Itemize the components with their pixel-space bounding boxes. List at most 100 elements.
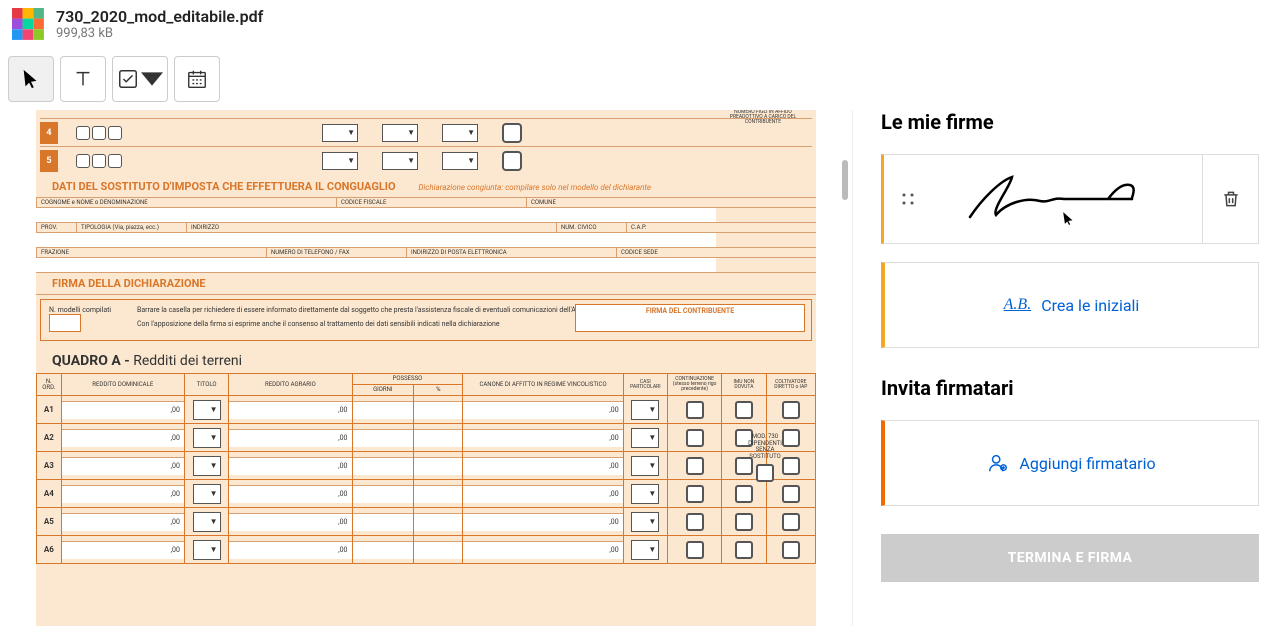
checkbox[interactable] (782, 541, 800, 559)
add-person-icon (987, 452, 1009, 474)
numeric-input[interactable]: ,00 (463, 513, 622, 531)
signature-preview (932, 169, 1202, 229)
dropdown[interactable]: ▼ (193, 456, 221, 476)
numeric-input[interactable] (414, 429, 462, 447)
checkbox[interactable] (782, 485, 800, 503)
checkbox[interactable] (686, 513, 704, 531)
text-field[interactable] (36, 208, 716, 222)
dropdown[interactable]: ▼ (322, 152, 358, 170)
numeric-input[interactable]: ,00 (463, 541, 622, 559)
create-initials-button[interactable]: A.B. Crea le iniziali (881, 262, 1259, 348)
numeric-input[interactable] (414, 401, 462, 419)
numeric-input[interactable] (353, 541, 414, 559)
numeric-input[interactable] (414, 457, 462, 475)
numeric-input[interactable]: ,00 (62, 485, 184, 503)
contribuente-sign-area[interactable]: FIRMA DEL CONTRIBUENTE (575, 304, 805, 332)
checkbox[interactable] (686, 457, 704, 475)
dropdown[interactable]: ▼ (631, 400, 659, 420)
checkbox[interactable] (92, 154, 106, 168)
checkbox[interactable] (502, 151, 522, 171)
numeric-input[interactable]: ,00 (463, 429, 622, 447)
numeric-input[interactable] (353, 485, 414, 503)
dropdown[interactable]: ▼ (382, 124, 418, 142)
numeric-input[interactable] (414, 541, 462, 559)
text-field[interactable] (36, 233, 716, 247)
invite-signers-title: Invita firmatari (881, 376, 1259, 400)
dropdown[interactable]: ▼ (442, 124, 478, 142)
numeric-input[interactable]: ,00 (229, 429, 351, 447)
dropdown[interactable]: ▼ (193, 540, 221, 560)
numeric-input[interactable]: ,00 (229, 485, 351, 503)
numeric-input[interactable]: ,00 (229, 457, 351, 475)
quadro-a-table: N. ORD. REDDITO DOMINICALE TITOLO REDDIT… (36, 373, 816, 564)
dropdown[interactable]: ▼ (382, 152, 418, 170)
checkbox[interactable] (782, 401, 800, 419)
checkbox[interactable] (502, 123, 522, 143)
checkbox[interactable] (92, 126, 106, 140)
numeric-input[interactable]: ,00 (463, 457, 622, 475)
checkbox[interactable] (782, 513, 800, 531)
checkbox[interactable] (76, 126, 90, 140)
checkbox[interactable] (686, 485, 704, 503)
text-tool-button[interactable] (60, 56, 106, 102)
file-name: 730_2020_mod_editabile.pdf (56, 7, 263, 26)
dropdown[interactable]: ▼ (193, 428, 221, 448)
numeric-input[interactable] (414, 485, 462, 503)
numeric-input[interactable]: ,00 (463, 401, 622, 419)
dropdown[interactable]: ▼ (631, 428, 659, 448)
text-field[interactable] (36, 258, 716, 272)
table-row: A5,00▼,00,00▼ (37, 508, 816, 536)
firma-title: FIRMA DELLA DICHIARAZIONE (36, 273, 816, 295)
numeric-input[interactable] (353, 513, 414, 531)
dropdown[interactable]: ▼ (193, 400, 221, 420)
numeric-input[interactable]: ,00 (62, 513, 184, 531)
numeric-input[interactable]: ,00 (463, 485, 622, 503)
nmodelli-input[interactable] (49, 314, 81, 332)
adopt-label: NUMERO FIGLI IN AFFIDO PREADOTTIVO A CAR… (728, 110, 798, 125)
numeric-input[interactable]: ,00 (62, 541, 184, 559)
dropdown[interactable]: ▼ (631, 456, 659, 476)
numeric-input[interactable] (353, 457, 414, 475)
dropdown[interactable]: ▼ (631, 484, 659, 504)
file-header: 730_2020_mod_editabile.pdf 999,83 kB (0, 0, 1287, 48)
checkbox[interactable] (108, 126, 122, 140)
date-tool-button[interactable] (174, 56, 220, 102)
numeric-input[interactable] (353, 429, 414, 447)
delete-signature-button[interactable] (1202, 155, 1258, 243)
checkbox-tool-button[interactable] (112, 56, 168, 102)
numeric-input[interactable] (414, 513, 462, 531)
dropdown[interactable]: ▼ (322, 124, 358, 142)
document-viewer[interactable]: NUMERO FIGLI IN AFFIDO PREADOTTIVO A CAR… (0, 110, 852, 626)
numeric-input[interactable]: ,00 (229, 513, 351, 531)
dropdown[interactable]: ▼ (193, 484, 221, 504)
finish-sign-button[interactable]: TERMINA E FIRMA (881, 534, 1259, 582)
checkbox[interactable] (76, 154, 90, 168)
checkbox[interactable] (735, 541, 753, 559)
drag-handle-icon[interactable] (884, 192, 932, 206)
add-signer-button[interactable]: Aggiungi firmatario (881, 420, 1259, 506)
dropdown[interactable]: ▼ (193, 512, 221, 532)
my-signatures-title: Le mie firme (881, 110, 1259, 134)
signature-card[interactable] (881, 154, 1259, 244)
cursor-icon (1062, 211, 1076, 225)
numeric-input[interactable]: ,00 (62, 457, 184, 475)
cursor-tool-button[interactable] (8, 56, 54, 102)
dropdown[interactable]: ▼ (631, 512, 659, 532)
numeric-input[interactable]: ,00 (229, 401, 351, 419)
dropdown[interactable]: ▼ (631, 540, 659, 560)
mod730-checkbox[interactable] (756, 464, 774, 482)
checkbox[interactable] (108, 154, 122, 168)
checkbox[interactable] (686, 429, 704, 447)
scrollbar[interactable] (842, 110, 848, 626)
numeric-input[interactable]: ,00 (62, 401, 184, 419)
scrollbar-thumb[interactable] (842, 160, 848, 200)
checkbox[interactable] (686, 541, 704, 559)
checkbox[interactable] (735, 513, 753, 531)
checkbox[interactable] (735, 401, 753, 419)
numeric-input[interactable]: ,00 (229, 541, 351, 559)
numeric-input[interactable]: ,00 (62, 429, 184, 447)
dropdown[interactable]: ▼ (442, 152, 478, 170)
checkbox[interactable] (735, 485, 753, 503)
checkbox[interactable] (686, 401, 704, 419)
numeric-input[interactable] (353, 401, 414, 419)
